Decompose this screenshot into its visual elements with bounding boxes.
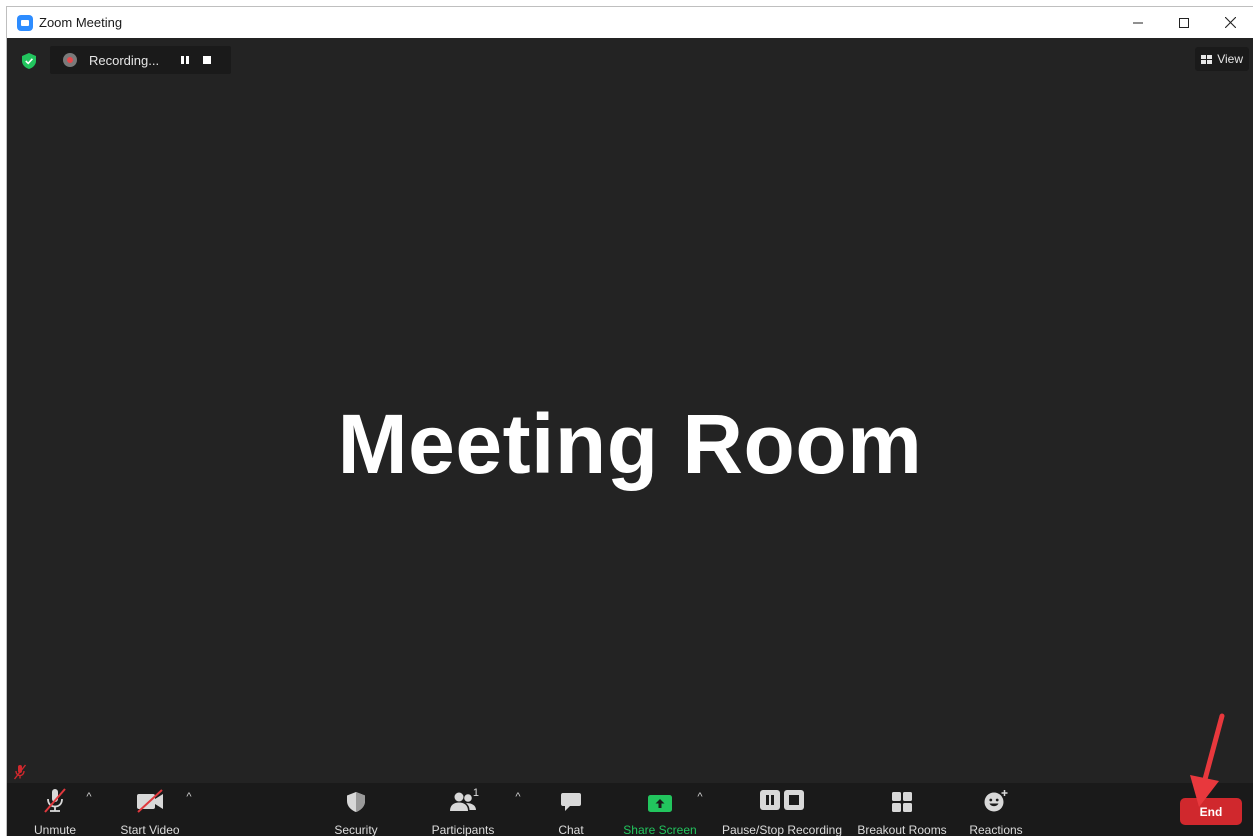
window-title: Zoom Meeting	[39, 15, 123, 30]
audio-options-caret[interactable]: ^	[83, 791, 95, 805]
security-shield-icon[interactable]	[22, 53, 36, 69]
pause-stop-recording-button[interactable]: Pause/Stop Recording	[720, 783, 844, 836]
chat-label: Chat	[558, 823, 584, 836]
participants-label: Participants	[431, 823, 495, 836]
zoom-window: Zoom Meeting Recording... View Meeting R…	[6, 6, 1253, 836]
recording-status-text: Recording...	[89, 52, 160, 68]
close-icon	[1224, 17, 1236, 28]
breakout-rooms-grid-icon	[892, 792, 912, 812]
participants-count: 1	[472, 787, 479, 799]
stop-icon	[203, 56, 211, 64]
reactions-label: Reactions	[969, 823, 1023, 836]
participants-button[interactable]: 1 Participants	[427, 783, 499, 836]
view-button[interactable]: View	[1195, 47, 1249, 71]
muted-mic-indicator-icon	[13, 764, 27, 780]
minimize-icon	[1133, 22, 1143, 23]
meeting-area: Recording... View Meeting Room	[7, 38, 1253, 783]
title-bar: Zoom Meeting	[7, 7, 1253, 38]
pause-icon	[181, 56, 189, 64]
microphone-muted-icon	[44, 788, 66, 813]
recording-dot-icon	[63, 53, 77, 67]
chat-button[interactable]: Chat	[552, 783, 590, 836]
zoom-app-icon	[17, 14, 33, 31]
view-label: View	[1217, 52, 1243, 66]
share-screen-label: Share Screen	[623, 823, 697, 836]
video-options-caret[interactable]: ^	[183, 791, 195, 805]
reactions-button[interactable]: Reactions	[965, 783, 1027, 836]
breakout-rooms-button[interactable]: Breakout Rooms	[855, 783, 949, 836]
pause-stop-recording-icon	[760, 790, 804, 810]
smiley-reaction-icon	[984, 790, 1008, 812]
annotation-arrow-icon	[1190, 713, 1225, 807]
minimize-button[interactable]	[1115, 7, 1161, 38]
unmute-button[interactable]: Unmute	[29, 783, 81, 836]
participants-options-caret[interactable]: ^	[512, 791, 524, 805]
security-label: Security	[334, 823, 378, 836]
share-screen-button[interactable]: Share Screen	[622, 783, 698, 836]
pause-stop-recording-label: Pause/Stop Recording	[721, 823, 843, 836]
start-video-label: Start Video	[120, 823, 180, 836]
recording-indicator: Recording...	[50, 46, 231, 74]
maximize-icon	[1179, 17, 1189, 28]
share-screen-arrow-icon	[648, 795, 672, 812]
start-video-button[interactable]: Start Video	[117, 783, 183, 836]
share-options-caret[interactable]: ^	[694, 791, 706, 805]
maximize-button[interactable]	[1161, 7, 1207, 38]
view-grid-icon	[1201, 54, 1213, 64]
unmute-label: Unmute	[33, 823, 77, 836]
meeting-room-name: Meeting Room	[337, 397, 923, 491]
window-controls	[1115, 7, 1253, 38]
breakout-rooms-label: Breakout Rooms	[857, 823, 947, 836]
security-button[interactable]: Security	[330, 783, 382, 836]
video-camera-off-icon	[137, 789, 163, 813]
close-button[interactable]	[1207, 7, 1253, 38]
meeting-toolbar: Unmute ^ Start Video ^ Security 1 Partic…	[7, 783, 1253, 836]
shield-icon	[347, 792, 365, 812]
pause-recording-button[interactable]	[177, 52, 193, 68]
stop-recording-button[interactable]	[199, 52, 215, 68]
chat-bubble-icon	[561, 793, 581, 811]
